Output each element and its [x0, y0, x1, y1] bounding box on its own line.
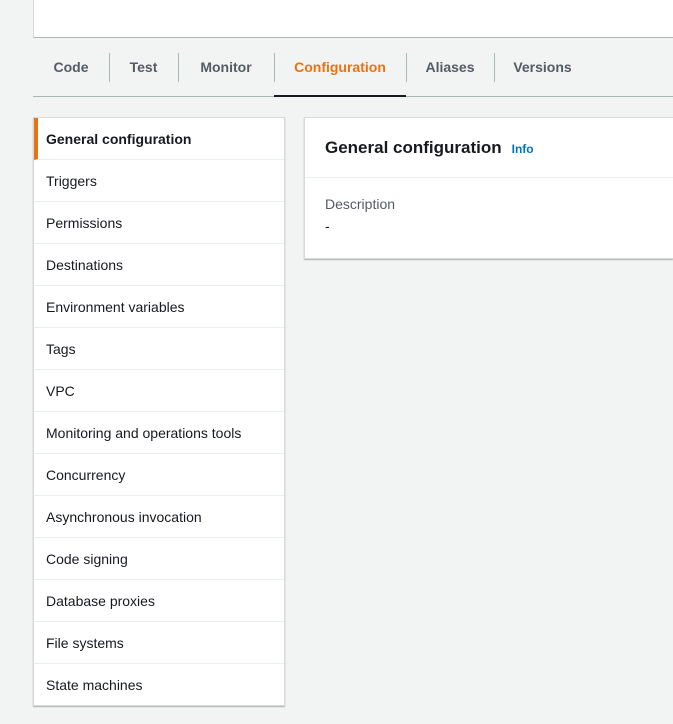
panel-body: Description - [305, 178, 673, 252]
tab-aliases[interactable]: Aliases [406, 38, 494, 96]
tab-monitor[interactable]: Monitor [178, 38, 274, 96]
tab-configuration[interactable]: Configuration [274, 38, 406, 97]
sidenav-item-general-configuration[interactable]: General configuration [34, 118, 284, 160]
tab-code[interactable]: Code [33, 38, 109, 96]
description-label: Description [325, 196, 396, 212]
tab-test[interactable]: Test [109, 38, 178, 96]
description-value: - [325, 218, 330, 234]
general-configuration-panel: General configuration Info Description - [304, 117, 673, 259]
top-panel [33, 0, 673, 38]
sidenav-item-concurrency[interactable]: Concurrency [34, 454, 284, 496]
sidenav-item-async-invocation[interactable]: Asynchronous invocation [34, 496, 284, 538]
configuration-side-nav: General configuration Triggers Permissio… [33, 117, 285, 706]
sidenav-item-tags[interactable]: Tags [34, 328, 284, 370]
tab-versions[interactable]: Versions [494, 38, 591, 96]
tab-bar: Code Test Monitor Configuration Aliases … [33, 38, 673, 97]
sidenav-item-file-systems[interactable]: File systems [34, 622, 284, 664]
panel-header: General configuration Info [305, 118, 673, 178]
sidenav-item-state-machines[interactable]: State machines [34, 664, 284, 706]
info-link[interactable]: Info [512, 142, 534, 156]
panel-title: General configuration [325, 137, 502, 157]
sidenav-item-monitoring-tools[interactable]: Monitoring and operations tools [34, 412, 284, 454]
sidenav-item-destinations[interactable]: Destinations [34, 244, 284, 286]
sidenav-item-database-proxies[interactable]: Database proxies [34, 580, 284, 622]
sidenav-item-environment-variables[interactable]: Environment variables [34, 286, 284, 328]
sidenav-item-permissions[interactable]: Permissions [34, 202, 284, 244]
sidenav-item-triggers[interactable]: Triggers [34, 160, 284, 202]
sidenav-item-code-signing[interactable]: Code signing [34, 538, 284, 580]
sidenav-item-vpc[interactable]: VPC [34, 370, 284, 412]
